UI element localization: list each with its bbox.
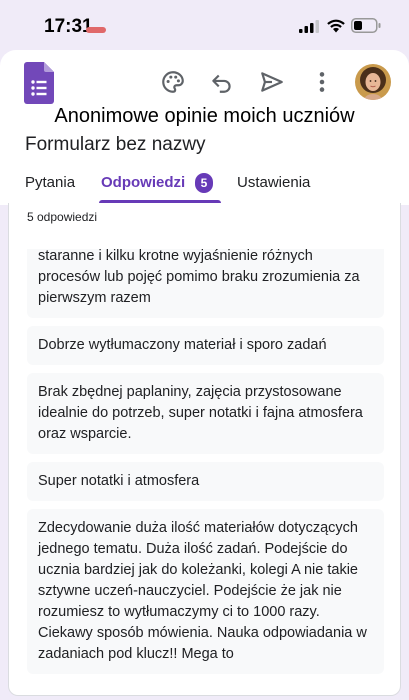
battery-icon — [351, 18, 381, 33]
response-item: Zdecydowanie duża ilość materiałów dotyc… — [27, 509, 384, 674]
undo-icon[interactable] — [209, 69, 235, 95]
response-item: Dobrze wytłumaczony materiał i sporo zad… — [27, 326, 384, 365]
responses-panel: 5 odpowiedzi staranne i kilku krotne wyj… — [8, 203, 401, 696]
tab-responses[interactable]: Odpowiedzi — [101, 174, 185, 191]
response-list: staranne i kilku krotne wyjaśnienie różn… — [27, 249, 384, 675]
avatar[interactable] — [355, 64, 391, 100]
more-vert-icon[interactable] — [309, 69, 335, 95]
recording-indicator — [86, 27, 106, 33]
send-icon[interactable] — [259, 69, 285, 95]
response-item: staranne i kilku krotne wyjaśnienie różn… — [27, 249, 384, 318]
responses-list-viewport[interactable]: staranne i kilku krotne wyjaśnienie różn… — [27, 249, 384, 675]
status-time: 17:31 — [44, 16, 93, 37]
tab-settings[interactable]: Ustawienia — [237, 174, 310, 191]
form-subtitle: Formularz bez nazwy — [25, 134, 206, 155]
form-header: Anonimowe opinie moich uczniów Formularz… — [0, 50, 409, 205]
responses-count-badge: 5 — [195, 173, 213, 193]
form-title[interactable]: Anonimowe opinie moich uczniów — [0, 105, 409, 128]
tab-bar: Pytania Odpowiedzi 5 Ustawienia — [0, 168, 409, 205]
google-forms-logo-icon[interactable] — [24, 62, 54, 104]
response-item: Super notatki i atmosfera — [27, 462, 384, 501]
response-count-label: 5 odpowiedzi — [27, 210, 98, 224]
palette-icon[interactable] — [160, 69, 186, 95]
wifi-icon — [327, 19, 345, 33]
cellular-signal-icon — [299, 20, 319, 33]
tab-questions[interactable]: Pytania — [25, 174, 75, 191]
response-item: Brak zbędnej paplaniny, zajęcia przystos… — [27, 373, 384, 454]
status-bar: 17:31 — [0, 0, 409, 50]
